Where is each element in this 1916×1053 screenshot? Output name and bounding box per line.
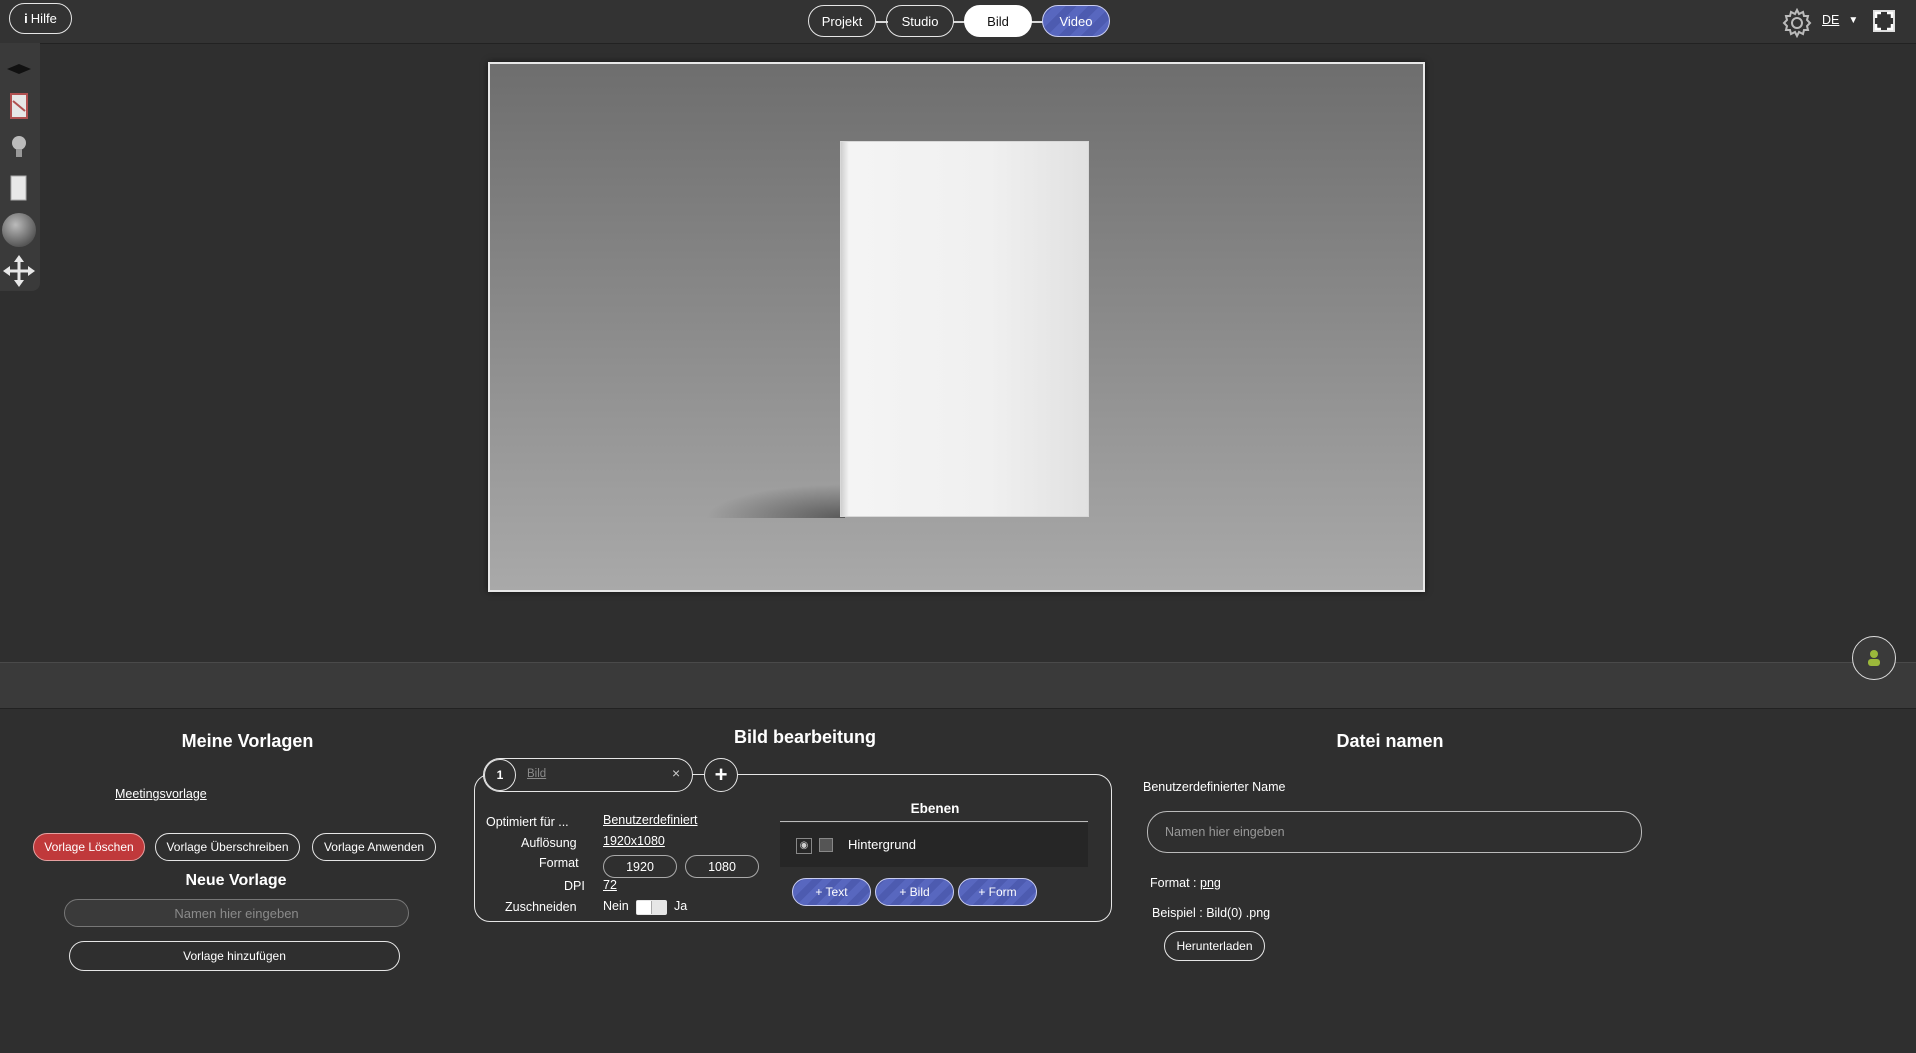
tab-bild[interactable]: Bild	[964, 5, 1032, 37]
add-image-button[interactable]: + Bild	[875, 878, 954, 906]
filenames-title: Datei namen	[1336, 731, 1444, 751]
add-text-button[interactable]: + Text	[792, 878, 871, 906]
crop-label: Zuschneiden	[505, 900, 577, 914]
shelf-icon[interactable]	[5, 62, 33, 76]
eye-icon[interactable]: ◉	[796, 838, 812, 854]
user-icon	[1868, 650, 1880, 666]
custom-name-label: Benutzerdefinierter Name	[1143, 780, 1286, 794]
avatar[interactable]	[1852, 636, 1896, 680]
lightbulb-icon[interactable]	[8, 133, 30, 163]
add-template-button[interactable]: Vorlage hinzufügen	[69, 941, 400, 971]
book-stack-icon[interactable]	[8, 91, 30, 121]
fullscreen-icon[interactable]	[1872, 9, 1896, 33]
help-button[interactable]: i Hilfe	[9, 3, 72, 34]
toggle-knob	[637, 901, 652, 914]
layers-title: Ebenen	[910, 801, 960, 816]
apply-template-button[interactable]: Vorlage Anwenden	[312, 833, 436, 861]
width-input[interactable]: 1920	[603, 855, 677, 878]
tab-studio[interactable]: Studio	[886, 5, 954, 37]
tab-number: 1	[496, 768, 504, 782]
chevron-down-icon: ▼	[1848, 14, 1859, 26]
layer-row[interactable]: ◉ Hintergrund	[780, 823, 1088, 867]
tab-number-badge: 1	[484, 759, 516, 791]
delete-template-button[interactable]: Vorlage Löschen	[33, 833, 145, 861]
help-label: Hilfe	[30, 11, 57, 26]
close-icon[interactable]: ×	[672, 765, 680, 781]
filename-placeholder: Namen hier eingeben	[1165, 825, 1285, 839]
plus-icon: +	[714, 762, 728, 787]
format-value[interactable]: png	[1200, 876, 1221, 890]
gear-icon[interactable]	[1782, 8, 1812, 38]
book-mockup	[840, 141, 1089, 517]
resolution-label: Auflösung	[521, 836, 577, 850]
lock-icon[interactable]	[819, 838, 833, 852]
sphere-icon[interactable]	[1, 212, 37, 248]
optimized-label: Optimiert für ...	[486, 815, 569, 829]
editing-title: Bild bearbeitung	[733, 727, 876, 747]
resolution-value[interactable]: 1920x1080	[603, 834, 665, 848]
crop-yes-label: Ja	[674, 899, 688, 913]
layers-divider	[780, 821, 1088, 822]
name-placeholder: Namen hier eingeben	[174, 905, 299, 921]
height-input[interactable]: 1080	[685, 855, 759, 878]
crop-toggle[interactable]	[636, 900, 667, 915]
tab-video[interactable]: Video	[1042, 5, 1110, 37]
overwrite-template-button[interactable]: Vorlage Überschreiben	[155, 833, 300, 861]
download-button[interactable]: Herunterladen	[1164, 931, 1265, 961]
format-label-text: Format :	[1150, 876, 1197, 890]
templates-title: Meine Vorlagen	[181, 731, 314, 751]
move-arrows-icon[interactable]	[2, 254, 36, 288]
add-tab-button[interactable]: +	[704, 758, 738, 792]
dpi-value[interactable]: 72	[603, 878, 617, 892]
layer-name: Hintergrund	[848, 837, 916, 852]
panel-icon[interactable]	[8, 174, 30, 202]
new-template-name-input[interactable]: Namen hier eingeben	[64, 899, 409, 927]
tab-name[interactable]: Bild	[527, 768, 546, 780]
crop-no-label: Nein	[603, 899, 629, 913]
language-label: DE	[1822, 13, 1840, 27]
filename-input[interactable]: Namen hier eingeben	[1147, 811, 1642, 853]
tab-projekt[interactable]: Projekt	[808, 5, 876, 37]
new-template-title: Neue Vorlage	[185, 872, 287, 889]
language-selector[interactable]: DE ▼	[1822, 13, 1858, 27]
dpi-label: DPI	[564, 879, 585, 893]
timeline-bar	[0, 662, 1916, 709]
template-item[interactable]: Meetingsvorlage	[115, 787, 207, 801]
book-shadow	[705, 484, 845, 518]
example-label: Beispiel : Bild(0) .png	[1152, 906, 1271, 920]
format-label: Format	[539, 856, 579, 870]
info-icon: i	[24, 11, 28, 26]
add-shape-button[interactable]: + Form	[958, 878, 1037, 906]
format-label: Format : png	[1150, 876, 1221, 890]
optimized-value[interactable]: Benutzerdefiniert	[603, 813, 698, 827]
